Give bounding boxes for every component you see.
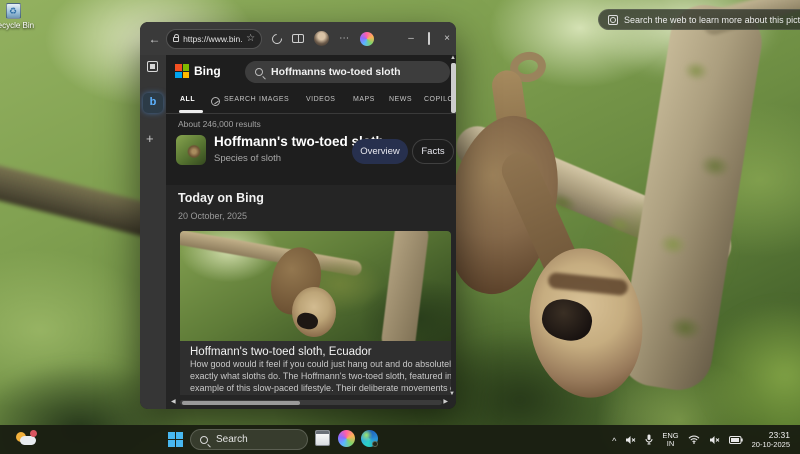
tab-search[interactable]: SEARCH [224,96,256,103]
card-sloth-head [292,287,336,337]
more-options-icon[interactable]: ⋯ [339,33,350,44]
tray-clock[interactable]: 23:31 20-10-2025 [752,430,790,450]
battery-icon[interactable] [729,436,743,444]
address-bar[interactable]: https://www.bin... ☆ [166,29,262,49]
search-icon [255,68,263,76]
tab-maps[interactable]: MAPS [353,96,375,103]
desktop: ♻ Recycle Bin Search the web to learn mo… [0,0,800,454]
bing-page: Bing Hoffmanns two-toed sloth ALL SEARCH… [166,55,456,409]
scroll-up-icon[interactable]: ▲ [450,55,456,61]
today-card-image [180,231,451,341]
bing-sidebar-button[interactable]: b [143,93,163,113]
tabs-divider [166,113,456,114]
language-indicator[interactable]: ENG IN [662,432,678,448]
results-count: About 246,000 results [178,119,261,129]
vertical-scrollbar-thumb[interactable] [451,63,456,113]
bing-tabs: ALL SEARCH IMAGES VIDEOS MAPS NEWS COPIL… [166,93,456,113]
maximize-button[interactable] [420,33,438,44]
taskbar: Search ^ ENG IN [0,425,800,454]
recycle-bin-label: Recycle Bin [0,21,36,30]
tray-date: 20-10-2025 [752,440,790,450]
today-date: 20 October, 2025 [178,211,247,221]
facts-button[interactable]: Facts [412,139,454,164]
bing-search-box[interactable]: Hoffmanns two-toed sloth [245,61,450,83]
recycle-bin-icon: ♻ [6,3,21,19]
knowledge-subtitle: Species of sloth [214,153,281,164]
today-on-bing-panel: Today on Bing 20 October, 2025 Hoffmann'… [166,185,456,409]
scroll-right-icon[interactable]: ▶ [443,398,448,405]
today-card[interactable]: Hoffmann's two-toed sloth, Ecuador How g… [180,231,451,395]
volume-mute-icon[interactable] [625,435,636,445]
window-sidebar: b + [140,55,166,409]
recycle-bin-shortcut[interactable]: ♻ Recycle Bin [0,3,36,30]
lock-icon [173,37,179,42]
today-card-caption: Hoffmann's two-toed sloth, Ecuador How g… [180,341,451,395]
split-screen-icon[interactable] [292,34,304,43]
today-card-line: example of this slow-paced lifestyle. Th… [190,382,451,394]
microphone-icon[interactable] [645,434,653,445]
back-button[interactable]: ← [148,32,161,46]
visual-search-label: Search the web to learn more about this … [624,15,800,25]
image-search-icon [608,15,618,25]
tab-all[interactable]: ALL [180,96,195,103]
taskbar-search[interactable]: Search [190,429,308,450]
favorites-star-icon[interactable]: ☆ [246,34,255,44]
scroll-left-icon[interactable]: ◀ [171,398,176,405]
today-card-line: exactly what sloths do. The Hoffmann's t… [190,370,451,382]
cloud-icon [20,436,36,445]
app-window-glyph [315,430,330,446]
copilot-glyph [338,430,355,447]
new-tab-icon[interactable]: + [146,131,154,146]
speaker-mute-icon[interactable] [709,435,720,445]
copilot-search-icon [211,97,220,106]
close-button[interactable]: × [438,33,456,44]
system-tray: ^ ENG IN 23:31 20-10-2025 [612,425,800,454]
tab-images[interactable]: IMAGES [259,96,289,103]
widgets-weather-icon[interactable] [14,430,40,448]
tab-manager-icon[interactable] [147,61,158,72]
horizontal-scrollbar-thumb[interactable] [182,401,300,405]
edge-taskbar-icon[interactable] [361,430,378,447]
overview-button[interactable]: Overview [352,139,408,164]
today-heading: Today on Bing [178,191,264,205]
minimize-button[interactable]: – [402,33,420,44]
taskbar-search-label: Search [216,434,248,445]
copilot-icon[interactable] [360,32,374,46]
window-titlebar: ← https://www.bin... ☆ ⋯ – × [140,22,456,55]
tray-chevron-icon[interactable]: ^ [612,436,616,446]
card-trunk [380,231,430,341]
today-card-title: Hoffmann's two-toed sloth, Ecuador [190,346,451,358]
visual-search-pill[interactable]: Search the web to learn more about this … [598,9,800,30]
app-window-icon[interactable] [314,430,331,447]
edge-window: ← https://www.bin... ☆ ⋯ – × b + Bing [140,22,456,409]
tray-time: 23:31 [752,430,790,440]
profile-avatar[interactable] [314,31,329,46]
wifi-icon[interactable] [688,435,700,444]
weather-alert-dot [30,430,37,437]
scroll-down-icon[interactable]: ▼ [449,391,455,397]
horizontal-scrollbar[interactable] [180,400,442,405]
bing-logo [175,64,189,78]
tab-news[interactable]: NEWS [389,96,412,103]
maximize-icon [428,32,430,45]
copilot-taskbar-icon[interactable] [338,430,355,447]
address-url: https://www.bin... [183,34,242,44]
start-button[interactable] [168,432,183,447]
bing-brand-text[interactable]: Bing [194,64,221,78]
search-query: Hoffmanns two-toed sloth [271,66,401,78]
refresh-icon[interactable] [270,31,284,45]
search-icon [200,436,208,444]
edge-badge [372,441,378,447]
today-card-line: How good would it feel if you could just… [190,358,451,370]
language-bottom: IN [662,440,678,448]
knowledge-thumbnail[interactable] [176,135,206,165]
tab-videos[interactable]: VIDEOS [306,96,335,103]
